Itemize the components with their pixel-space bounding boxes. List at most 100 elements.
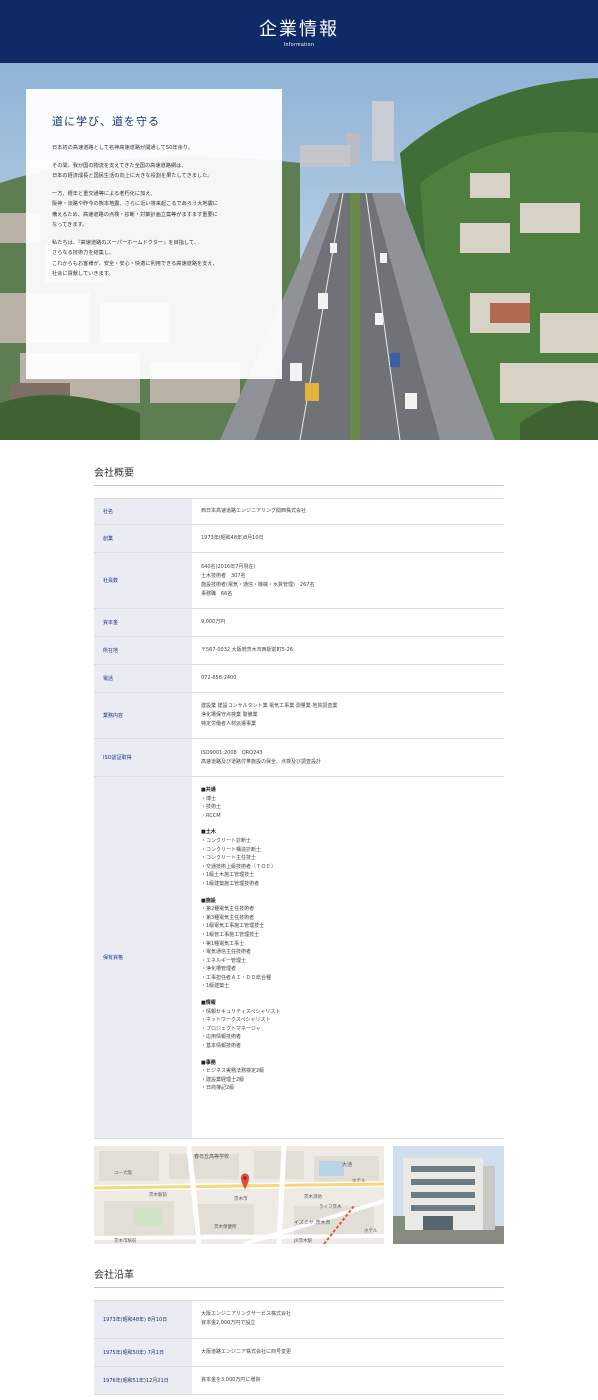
history-event: 大阪エンジニアリングサービス株式会社 資本金2,000万円で設立 bbox=[192, 1301, 504, 1338]
hero-text-line: なってきます。 bbox=[52, 222, 88, 228]
hero-text-line: 備えるため、高速道路の点検・診断・対策計画立案等がますます重要に bbox=[52, 211, 218, 218]
row-label: 社名 bbox=[94, 499, 192, 524]
row-value: 9,000万円 bbox=[192, 609, 504, 636]
qualification-group-heading: ■情報 bbox=[201, 1000, 216, 1007]
qualification-item: ・プロジェクトマネージャ bbox=[201, 1025, 261, 1032]
page-header: 企業情報 Information bbox=[0, 0, 598, 63]
history-date: 1976年(昭和51年)12月21日 bbox=[94, 1367, 192, 1394]
history-table: 1973年(昭和48年) 8月10日 大阪エンジニアリングサービス株式会社 資本… bbox=[94, 1300, 504, 1395]
history-event: 大阪道路エンジニア株式会社に商号変更 bbox=[192, 1339, 504, 1366]
map-graphic: 春日丘高等学校 大池 茨木消防 ホテル ホテル 茨木市 茨木駅前 イズミヤ 茨木… bbox=[94, 1146, 384, 1244]
qualification-group: ■情報 ・情報セキュリティスペシャリスト ・ネットワークスペシャリスト ・プロジェクト… bbox=[201, 996, 495, 1051]
table-row: 資本金 9,000万円 bbox=[94, 609, 504, 637]
map-label: 茨木保健所 bbox=[214, 1223, 237, 1230]
qualification-item: ・コンクリート診断士 bbox=[201, 837, 252, 844]
map-label: 茨木市 bbox=[234, 1195, 248, 1202]
company-info-table: 社名 西日本高速道路エンジニアリング関西株式会社 創業 1973年(昭和48年)… bbox=[94, 498, 504, 1139]
map-label: 大池 bbox=[342, 1161, 352, 1168]
value-line: 建設業 建設コンサルタント業 電気工事業 測量業 地質調査業 bbox=[201, 703, 338, 709]
hero-paragraph-4: 私たちは、『高速道路のスーパーホームドクター』を目指して、 さらなる技術力を結集… bbox=[52, 238, 260, 280]
row-value: 建設業 建設コンサルタント業 電気工事業 測量業 地質調査業 浄化槽保守点検業 … bbox=[192, 693, 504, 738]
map-label: ライフ茨木 bbox=[319, 1203, 342, 1210]
value-line: 特定労働者人材派遣事業 bbox=[201, 721, 257, 727]
value-line: 640名(2016年7月現在) bbox=[201, 563, 256, 570]
qualification-group-heading: ■土木 bbox=[201, 829, 216, 836]
company-history-title: 会社沿革 bbox=[94, 1252, 504, 1288]
page-subtitle: Information bbox=[283, 42, 315, 48]
hero-text-line: 日本の経済成長と国民生活の向上に大きな役割を果たしてきました。 bbox=[52, 173, 213, 179]
table-row: 社員数 640名(2016年7月現在) 土木技術者 307名 施設技術者(電気・… bbox=[94, 553, 504, 609]
qualification-item: ・建設業経理士2級 bbox=[201, 1076, 245, 1083]
value-line: 072-658-2400 bbox=[201, 675, 237, 681]
hero-section: 道に学び、道を守る 日本初の高速道路として名神高速道路が開通して50年余り。 そ… bbox=[0, 63, 598, 440]
row-label: 保有資格 bbox=[94, 777, 192, 1138]
table-row: 電話 072-658-2400 bbox=[94, 665, 504, 693]
row-value: 640名(2016年7月現在) 土木技術者 307名 施設技術者(電気・通信・機… bbox=[192, 553, 504, 608]
qualification-item: ・1級管工事施工管理技士 bbox=[201, 931, 260, 938]
history-date: 1973年(昭和48年) 8月10日 bbox=[94, 1301, 192, 1338]
row-label: 資本金 bbox=[94, 609, 192, 636]
qualification-item: ・基本情報技術者 bbox=[201, 1043, 242, 1050]
qualification-group-heading: ■共通 bbox=[201, 787, 216, 793]
hero-text-line: 私たちは、『高速道路のスーパーホームドクター』を目指して、 bbox=[52, 239, 200, 246]
hero-text-line: さらなる技術力を結集し、 bbox=[52, 250, 115, 256]
value-line: ISO9001:2008 QRQ243 bbox=[201, 749, 263, 756]
qualification-item: ・日商簿記2級 bbox=[201, 1085, 235, 1092]
table-row: 所在地 〒567-0032 大阪府茨木市西駅前町5-26 bbox=[94, 637, 504, 665]
qualification-item: ・RCCM bbox=[201, 812, 221, 819]
table-row: 社名 西日本高速道路エンジニアリング関西株式会社 bbox=[94, 499, 504, 525]
qualification-group: ■事務・ビジネス実務法務検定2級 ・建設業経理士2級 ・日商簿記2級 bbox=[201, 1056, 495, 1093]
map-label: 茨木駅前 bbox=[149, 1191, 167, 1198]
row-label: 創業 bbox=[94, 525, 192, 552]
value-line: 西日本高速道路エンジニアリング関西株式会社 bbox=[201, 508, 307, 514]
row-value: 〒567-0032 大阪府茨木市西駅前町5-26 bbox=[192, 637, 504, 664]
qualification-item: ・コンクリート主任技士 bbox=[201, 855, 257, 862]
history-event: 資本金を3,000万円に増資 bbox=[192, 1367, 504, 1394]
qualification-item: ・1級電気工事施工管理技士 bbox=[201, 923, 265, 930]
qualification-item: ・電気通信主任技術者 bbox=[201, 949, 252, 956]
table-row: ISO認証取得 ISO9001:2008 QRQ243 高速道路及び道路付帯施設… bbox=[94, 739, 504, 777]
qualification-item: ・1級建築士 bbox=[201, 983, 230, 990]
qualification-item: ・ビジネス実務法務検定2級 bbox=[201, 1068, 265, 1075]
hero-paragraph-2: その間、我が国の物流を支えてきた全国の高速道路網は、 日本の経済成長と国民生活の… bbox=[52, 161, 260, 182]
value-line: 1973年(昭和48年)8月10日 bbox=[201, 535, 264, 541]
map-label: イズミヤ 茨木市 bbox=[294, 1219, 330, 1226]
hero-text-line: 社会に貢献していきます。 bbox=[52, 271, 114, 277]
value-line: 大阪エンジニアリングサービス株式会社 bbox=[201, 1311, 292, 1317]
qualification-group-heading: ■事務 bbox=[201, 1059, 216, 1066]
qualification-item: ・工事担任者ＡＩ・ＤＤ総合種 bbox=[201, 974, 272, 981]
map-label: ホテル bbox=[352, 1178, 366, 1184]
value-line: 事務職 66名 bbox=[201, 590, 233, 597]
table-row: 1976年(昭和51年)12月21日 資本金を3,000万円に増資 bbox=[94, 1367, 504, 1395]
value-line: 土木技術者 307名 bbox=[201, 572, 246, 579]
map-label: 茨木市駅前 bbox=[114, 1237, 137, 1244]
table-row: 1975年(昭和50年) 7月1日 大阪道路エンジニア株式会社に商号変更 bbox=[94, 1339, 504, 1367]
row-label: 業務内容 bbox=[94, 693, 192, 738]
map-label: 春日丘高等学校 bbox=[194, 1153, 229, 1160]
qualification-item: ・第3種電気主任技術者 bbox=[201, 914, 255, 921]
hero-heading: 道に学び、道を守る bbox=[52, 115, 160, 128]
row-label: ISO認証取得 bbox=[94, 739, 192, 776]
company-history-section: 会社沿革 1973年(昭和48年) 8月10日 大阪エンジニアリングサービス株式… bbox=[94, 1252, 504, 1395]
table-row: 業務内容 建設業 建設コンサルタント業 電気工事業 測量業 地質調査業 浄化槽保… bbox=[94, 693, 504, 739]
qualification-item: ・浄化槽管理者 bbox=[201, 966, 237, 973]
row-value: 1973年(昭和48年)8月10日 bbox=[192, 525, 504, 552]
qualification-group: ■土木 ・コンクリート診断士 ・コンクリート構造診断士 ・コンクリート主任技士 ・交通技… bbox=[201, 825, 495, 888]
hero-text-line: 一方、経年と重交通等による老朽化に加え、 bbox=[52, 190, 156, 197]
map-label: ユー大阪 bbox=[114, 1169, 132, 1176]
qualification-group: ■共通 ・博士 ・技術士 ・RCCM bbox=[201, 783, 495, 820]
value-line: 施設技術者(電気・通信・機械・水質管理) 267名 bbox=[201, 581, 315, 588]
access-map[interactable]: 春日丘高等学校 大池 茨木消防 ホテル ホテル 茨木市 茨木駅前 イズミヤ 茨木… bbox=[94, 1146, 384, 1244]
hero-text-line: 日本初の高速道路として名神高速道路が開通して50年余り。 bbox=[52, 145, 194, 151]
table-row: 1973年(昭和48年) 8月10日 大阪エンジニアリングサービス株式会社 資本… bbox=[94, 1301, 504, 1339]
row-label: 社員数 bbox=[94, 553, 192, 608]
row-value: 072-658-2400 bbox=[192, 665, 504, 692]
qualification-item: ・1級土木施工管理技士 bbox=[201, 872, 255, 879]
table-row-qualifications: 保有資格 ■共通 ・博士 ・技術士 ・RCCM ■土木 ・コンクリート診断士 ・コンクリート… bbox=[94, 777, 504, 1139]
hero-message-card: 道に学び、道を守る 日本初の高速道路として名神高速道路が開通して50年余り。 そ… bbox=[26, 89, 282, 379]
hero-text-line: これからもお客様が、安全・安心・快適に利用できる高速道路を支え、 bbox=[52, 260, 218, 267]
value-line: 〒567-0032 大阪府茨木市西駅前町5-26 bbox=[201, 647, 294, 653]
qualification-group-heading: ■施設 bbox=[201, 897, 216, 904]
qualification-item: ・コンクリート構造診断士 bbox=[201, 846, 262, 853]
value-line: 浄化槽保守点検業 警備業 bbox=[201, 712, 258, 718]
